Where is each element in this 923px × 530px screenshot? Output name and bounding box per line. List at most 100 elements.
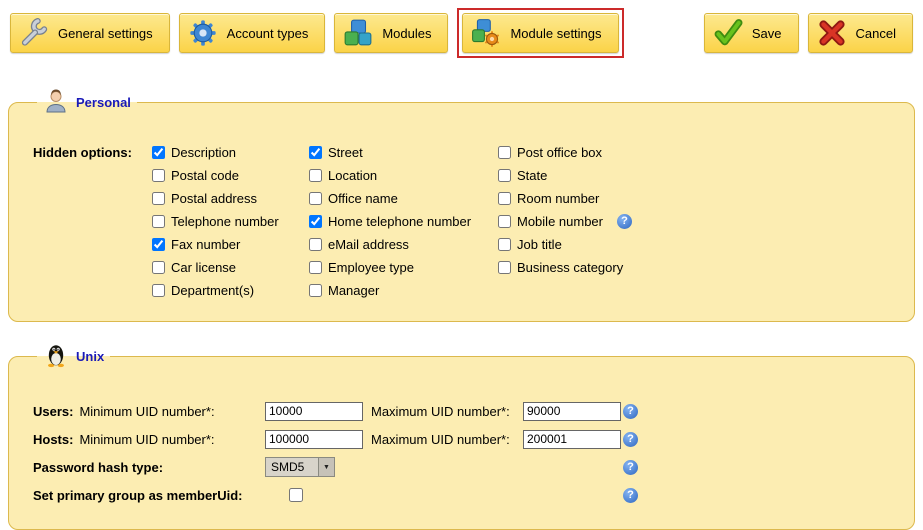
account-types-button[interactable]: Account types bbox=[179, 13, 326, 53]
wrench-icon bbox=[19, 18, 49, 48]
module-settings-selected-outline: Module settings bbox=[457, 8, 623, 58]
hidden-option-home-telephone-number[interactable]: Home telephone number bbox=[309, 214, 498, 228]
hidden-option-checkbox-job-title[interactable] bbox=[498, 238, 511, 251]
hidden-option-checkbox-description[interactable] bbox=[152, 146, 165, 159]
hidden-option-checkbox-home-telephone-number[interactable] bbox=[309, 215, 322, 228]
hidden-option-street[interactable]: Street bbox=[309, 145, 498, 159]
hidden-option-checkbox-office-name[interactable] bbox=[309, 192, 322, 205]
hidden-option-label: Manager bbox=[328, 283, 379, 298]
member-uid-checkbox[interactable] bbox=[289, 488, 303, 502]
password-hash-select[interactable]: SMD5 ▼ bbox=[265, 457, 335, 477]
hidden-option-room-number[interactable]: Room number bbox=[498, 191, 632, 205]
hidden-option-label: Fax number bbox=[171, 237, 240, 252]
hidden-option-checkbox-postal-code[interactable] bbox=[152, 169, 165, 182]
hidden-option-fax-number[interactable]: Fax number bbox=[152, 237, 309, 251]
hosts-label: Hosts: bbox=[33, 432, 73, 447]
hidden-option-mobile-number[interactable]: Mobile number bbox=[498, 214, 632, 228]
hidden-option-location[interactable]: Location bbox=[309, 168, 498, 182]
hidden-option-checkbox-fax-number[interactable] bbox=[152, 238, 165, 251]
cancel-x-icon bbox=[817, 18, 847, 48]
hidden-option-label: Business category bbox=[517, 260, 623, 275]
hidden-option-description[interactable]: Description bbox=[152, 145, 309, 159]
hidden-option-label: State bbox=[517, 168, 547, 183]
hidden-option-state[interactable]: State bbox=[498, 168, 632, 182]
hidden-options-column-1: Description Postal code Postal address Tele… bbox=[152, 145, 309, 297]
hidden-option-checkbox-manager[interactable] bbox=[309, 284, 322, 297]
hidden-option-label: Street bbox=[328, 145, 363, 160]
users-min-uid-label: Users: Minimum UID number*: bbox=[33, 404, 265, 419]
help-icon[interactable] bbox=[623, 404, 638, 419]
users-max-uid-input[interactable] bbox=[523, 402, 621, 421]
cancel-label: Cancel bbox=[856, 26, 896, 41]
hidden-option-label: Job title bbox=[517, 237, 562, 252]
hidden-option-manager[interactable]: Manager bbox=[309, 283, 498, 297]
help-icon[interactable] bbox=[623, 488, 638, 503]
hosts-uid-row: Hosts:Minimum UID number*: Maximum UID n… bbox=[33, 429, 900, 449]
personal-section-title: Personal bbox=[76, 95, 131, 110]
hidden-option-checkbox-street[interactable] bbox=[309, 146, 322, 159]
hidden-option-checkbox-post-office-box[interactable] bbox=[498, 146, 511, 159]
hidden-option-checkbox-location[interactable] bbox=[309, 169, 322, 182]
unix-section-title: Unix bbox=[76, 349, 104, 364]
person-icon bbox=[43, 88, 69, 117]
min-uid-label: Minimum UID number*: bbox=[79, 432, 214, 447]
cancel-button[interactable]: Cancel bbox=[808, 13, 913, 53]
help-icon[interactable] bbox=[623, 460, 638, 475]
module-settings-label: Module settings bbox=[510, 26, 601, 41]
hidden-option-label: Car license bbox=[171, 260, 236, 275]
hidden-option-car-license[interactable]: Car license bbox=[152, 260, 309, 274]
hosts-min-uid-input[interactable] bbox=[265, 430, 363, 449]
hidden-option-label: Room number bbox=[517, 191, 599, 206]
hidden-option-checkbox-state[interactable] bbox=[498, 169, 511, 182]
hidden-option-checkbox-car-license[interactable] bbox=[152, 261, 165, 274]
hidden-option-checkbox-email-address[interactable] bbox=[309, 238, 322, 251]
hidden-option-employee-type[interactable]: Employee type bbox=[309, 260, 498, 274]
hidden-option-label: Employee type bbox=[328, 260, 414, 275]
hidden-options-grid: Description Postal code Postal address Tele… bbox=[152, 145, 632, 297]
unix-section: Unix Users: Minimum UID number*: Maximum … bbox=[8, 342, 915, 530]
hidden-option-checkbox-department-s[interactable] bbox=[152, 284, 165, 297]
min-uid-label: Minimum UID number*: bbox=[79, 404, 214, 419]
module-settings-button[interactable]: Module settings bbox=[462, 13, 618, 53]
hidden-option-checkbox-postal-address[interactable] bbox=[152, 192, 165, 205]
hidden-option-checkbox-room-number[interactable] bbox=[498, 192, 511, 205]
help-icon[interactable] bbox=[623, 432, 638, 447]
users-max-uid-label: Maximum UID number*: bbox=[371, 404, 523, 419]
hidden-options-area: Hidden options: Description Postal code Po… bbox=[23, 121, 900, 297]
hidden-option-postal-address[interactable]: Postal address bbox=[152, 191, 309, 205]
hidden-option-job-title[interactable]: Job title bbox=[498, 237, 632, 251]
hidden-option-office-name[interactable]: Office name bbox=[309, 191, 498, 205]
hidden-option-label: Description bbox=[171, 145, 236, 160]
hidden-option-telephone-number[interactable]: Telephone number bbox=[152, 214, 309, 228]
hidden-option-label: Post office box bbox=[517, 145, 602, 160]
hidden-option-post-office-box[interactable]: Post office box bbox=[498, 145, 632, 159]
hidden-option-email-address[interactable]: eMail address bbox=[309, 237, 498, 251]
hidden-option-label: Department(s) bbox=[171, 283, 254, 298]
hidden-option-checkbox-business-category[interactable] bbox=[498, 261, 511, 274]
hidden-options-column-3: Post office box State Room number Mobile nu… bbox=[498, 145, 632, 297]
member-uid-row: Set primary group as memberUid: bbox=[33, 485, 900, 505]
password-hash-label: Password hash type: bbox=[33, 460, 163, 475]
hidden-option-checkbox-employee-type[interactable] bbox=[309, 261, 322, 274]
hidden-option-business-category[interactable]: Business category bbox=[498, 260, 632, 274]
password-hash-row: Password hash type: SMD5 ▼ bbox=[33, 457, 900, 477]
modules-button[interactable]: Modules bbox=[334, 13, 448, 53]
hidden-options-column-2: Street Location Office name Home telephone … bbox=[309, 145, 498, 297]
hidden-option-checkbox-telephone-number[interactable] bbox=[152, 215, 165, 228]
account-types-label: Account types bbox=[227, 26, 309, 41]
password-hash-value: SMD5 bbox=[266, 458, 318, 476]
hidden-option-department-s[interactable]: Department(s) bbox=[152, 283, 309, 297]
hosts-max-uid-input[interactable] bbox=[523, 430, 621, 449]
users-label: Users: bbox=[33, 404, 73, 419]
general-settings-button[interactable]: General settings bbox=[10, 13, 170, 53]
help-icon[interactable] bbox=[617, 214, 632, 229]
cubes-icon bbox=[343, 18, 373, 48]
hidden-options-label: Hidden options: bbox=[33, 145, 152, 297]
hidden-option-label: Home telephone number bbox=[328, 214, 471, 229]
save-label: Save bbox=[752, 26, 782, 41]
users-min-uid-input[interactable] bbox=[265, 402, 363, 421]
hidden-option-postal-code[interactable]: Postal code bbox=[152, 168, 309, 182]
unix-section-legend: Unix bbox=[37, 342, 110, 371]
hidden-option-checkbox-mobile-number[interactable] bbox=[498, 215, 511, 228]
save-button[interactable]: Save bbox=[704, 13, 799, 53]
